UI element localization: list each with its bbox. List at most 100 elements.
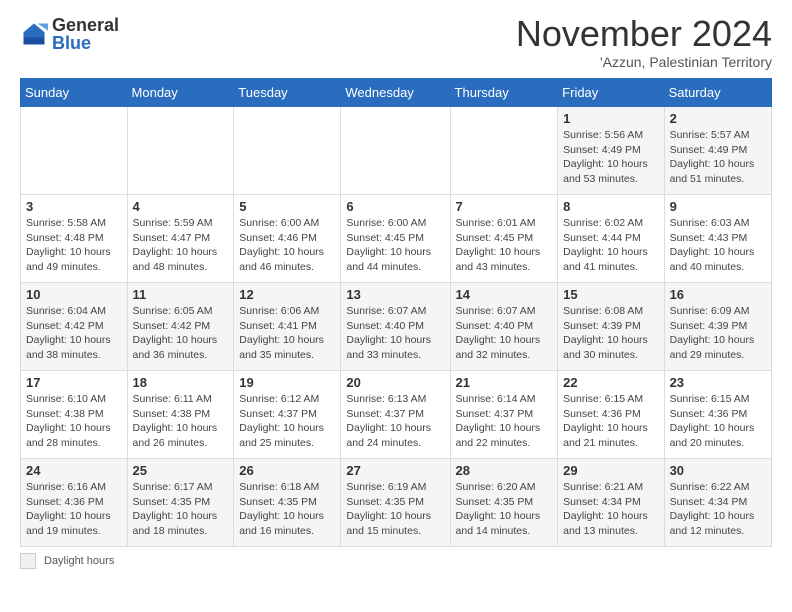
day-info: Sunrise: 6:15 AMSunset: 4:36 PMDaylight:… xyxy=(563,392,658,451)
calendar-cell: 25Sunrise: 6:17 AMSunset: 4:35 PMDayligh… xyxy=(127,459,234,547)
day-number: 24 xyxy=(26,463,122,478)
col-header-friday: Friday xyxy=(558,79,664,107)
day-number: 29 xyxy=(563,463,658,478)
day-info: Sunrise: 6:04 AMSunset: 4:42 PMDaylight:… xyxy=(26,304,122,363)
day-info: Sunrise: 6:07 AMSunset: 4:40 PMDaylight:… xyxy=(346,304,444,363)
calendar-cell: 6 Sunrise: 6:00 AMSunset: 4:45 PMDaylight… xyxy=(341,195,450,283)
day-info: Sunrise: 6:11 AMSunset: 4:38 PMDaylight:… xyxy=(133,392,229,451)
calendar-cell: 28 Sunrise: 6:20 AMSunset: 4:35 PMDayligh… xyxy=(450,459,558,547)
day-info: Sunrise: 6:00 AMSunset: 4:45 PMDaylight:… xyxy=(346,216,444,275)
calendar-cell: 11 Sunrise: 6:05 AMSunset: 4:42 PMDayligh… xyxy=(127,283,234,371)
calendar-cell: 19Sunrise: 6:12 AMSunset: 4:37 PMDayligh… xyxy=(234,371,341,459)
calendar-cell: 27Sunrise: 6:19 AMSunset: 4:35 PMDayligh… xyxy=(341,459,450,547)
calendar-week-3: 10Sunrise: 6:04 AMSunset: 4:42 PMDayligh… xyxy=(21,283,772,371)
day-number: 21 xyxy=(456,375,553,390)
day-info: Sunrise: 6:01 AMSunset: 4:45 PMDaylight:… xyxy=(456,216,553,275)
calendar-cell: 16 Sunrise: 6:09 AMSunset: 4:39 PMDayligh… xyxy=(664,283,771,371)
calendar-week-5: 24Sunrise: 6:16 AMSunset: 4:36 PMDayligh… xyxy=(21,459,772,547)
page: General Blue November 2024 'Azzun, Pales… xyxy=(0,0,792,612)
calendar-cell: 13 Sunrise: 6:07 AMSunset: 4:40 PMDayligh… xyxy=(341,283,450,371)
calendar-cell: 3 Sunrise: 5:58 AMSunset: 4:48 PMDaylight… xyxy=(21,195,128,283)
calendar-cell: 17 Sunrise: 6:10 AMSunset: 4:38 PMDayligh… xyxy=(21,371,128,459)
day-number: 13 xyxy=(346,287,444,302)
day-info: Sunrise: 6:21 AMSunset: 4:34 PMDaylight:… xyxy=(563,480,658,539)
calendar-cell: 15 Sunrise: 6:08 AMSunset: 4:39 PMDayligh… xyxy=(558,283,664,371)
day-info: Sunrise: 6:05 AMSunset: 4:42 PMDaylight:… xyxy=(133,304,229,363)
month-title: November 2024 xyxy=(516,16,772,52)
day-number: 3 xyxy=(26,199,122,214)
day-info: Sunrise: 6:13 AMSunset: 4:37 PMDaylight:… xyxy=(346,392,444,451)
header: General Blue November 2024 'Azzun, Pales… xyxy=(20,16,772,70)
calendar-cell: 18Sunrise: 6:11 AMSunset: 4:38 PMDayligh… xyxy=(127,371,234,459)
calendar-cell: 2Sunrise: 5:57 AMSunset: 4:49 PMDaylight… xyxy=(664,107,771,195)
day-number: 5 xyxy=(239,199,335,214)
day-info: Sunrise: 6:08 AMSunset: 4:39 PMDaylight:… xyxy=(563,304,658,363)
calendar-cell: 12Sunrise: 6:06 AMSunset: 4:41 PMDayligh… xyxy=(234,283,341,371)
logo-icon xyxy=(20,20,48,48)
calendar-cell xyxy=(450,107,558,195)
day-info: Sunrise: 5:58 AMSunset: 4:48 PMDaylight:… xyxy=(26,216,122,275)
calendar-cell: 26 Sunrise: 6:18 AMSunset: 4:35 PMDayligh… xyxy=(234,459,341,547)
calendar-cell xyxy=(234,107,341,195)
day-info: Sunrise: 6:00 AMSunset: 4:46 PMDaylight:… xyxy=(239,216,335,275)
day-info: Sunrise: 6:09 AMSunset: 4:39 PMDaylight:… xyxy=(670,304,766,363)
calendar-cell: 4 Sunrise: 5:59 AMSunset: 4:47 PMDaylight… xyxy=(127,195,234,283)
day-number: 4 xyxy=(133,199,229,214)
calendar-cell: 9 Sunrise: 6:03 AMSunset: 4:43 PMDaylight… xyxy=(664,195,771,283)
footer: Daylight hours xyxy=(20,553,772,569)
calendar-week-2: 3 Sunrise: 5:58 AMSunset: 4:48 PMDaylight… xyxy=(21,195,772,283)
day-number: 25 xyxy=(133,463,229,478)
day-number: 9 xyxy=(670,199,766,214)
calendar-cell: 14 Sunrise: 6:07 AMSunset: 4:40 PMDayligh… xyxy=(450,283,558,371)
location: 'Azzun, Palestinian Territory xyxy=(516,54,772,70)
calendar-header-row: SundayMondayTuesdayWednesdayThursdayFrid… xyxy=(21,79,772,107)
calendar-cell: 5 Sunrise: 6:00 AMSunset: 4:46 PMDaylight… xyxy=(234,195,341,283)
day-info: Sunrise: 5:57 AMSunset: 4:49 PMDaylight:… xyxy=(670,128,766,187)
calendar-cell: 20 Sunrise: 6:13 AMSunset: 4:37 PMDayligh… xyxy=(341,371,450,459)
day-number: 17 xyxy=(26,375,122,390)
calendar-cell xyxy=(127,107,234,195)
day-number: 6 xyxy=(346,199,444,214)
calendar-cell: 10Sunrise: 6:04 AMSunset: 4:42 PMDayligh… xyxy=(21,283,128,371)
day-info: Sunrise: 6:06 AMSunset: 4:41 PMDaylight:… xyxy=(239,304,335,363)
legend-box xyxy=(20,553,36,569)
calendar-cell: 22 Sunrise: 6:15 AMSunset: 4:36 PMDayligh… xyxy=(558,371,664,459)
day-number: 26 xyxy=(239,463,335,478)
calendar-cell xyxy=(21,107,128,195)
calendar-header: SundayMondayTuesdayWednesdayThursdayFrid… xyxy=(21,79,772,107)
day-info: Sunrise: 6:10 AMSunset: 4:38 PMDaylight:… xyxy=(26,392,122,451)
calendar: SundayMondayTuesdayWednesdayThursdayFrid… xyxy=(20,78,772,547)
calendar-cell: 23Sunrise: 6:15 AMSunset: 4:36 PMDayligh… xyxy=(664,371,771,459)
logo-text: General Blue xyxy=(52,16,119,52)
calendar-cell: 1Sunrise: 5:56 AMSunset: 4:49 PMDaylight… xyxy=(558,107,664,195)
day-info: Sunrise: 5:59 AMSunset: 4:47 PMDaylight:… xyxy=(133,216,229,275)
calendar-cell xyxy=(341,107,450,195)
day-number: 23 xyxy=(670,375,766,390)
day-info: Sunrise: 6:18 AMSunset: 4:35 PMDaylight:… xyxy=(239,480,335,539)
day-info: Sunrise: 6:03 AMSunset: 4:43 PMDaylight:… xyxy=(670,216,766,275)
day-number: 14 xyxy=(456,287,553,302)
logo-blue: Blue xyxy=(52,34,119,52)
day-number: 22 xyxy=(563,375,658,390)
logo: General Blue xyxy=(20,16,119,52)
col-header-monday: Monday xyxy=(127,79,234,107)
col-header-wednesday: Wednesday xyxy=(341,79,450,107)
legend-text: Daylight hours xyxy=(44,555,114,567)
day-number: 7 xyxy=(456,199,553,214)
calendar-cell: 24Sunrise: 6:16 AMSunset: 4:36 PMDayligh… xyxy=(21,459,128,547)
day-info: Sunrise: 6:20 AMSunset: 4:35 PMDaylight:… xyxy=(456,480,553,539)
day-info: Sunrise: 6:07 AMSunset: 4:40 PMDaylight:… xyxy=(456,304,553,363)
day-number: 19 xyxy=(239,375,335,390)
day-info: Sunrise: 6:14 AMSunset: 4:37 PMDaylight:… xyxy=(456,392,553,451)
calendar-week-1: 1Sunrise: 5:56 AMSunset: 4:49 PMDaylight… xyxy=(21,107,772,195)
calendar-cell: 7 Sunrise: 6:01 AMSunset: 4:45 PMDaylight… xyxy=(450,195,558,283)
col-header-saturday: Saturday xyxy=(664,79,771,107)
day-number: 16 xyxy=(670,287,766,302)
day-number: 15 xyxy=(563,287,658,302)
calendar-cell: 21 Sunrise: 6:14 AMSunset: 4:37 PMDayligh… xyxy=(450,371,558,459)
day-info: Sunrise: 6:22 AMSunset: 4:34 PMDaylight:… xyxy=(670,480,766,539)
calendar-cell: 8Sunrise: 6:02 AMSunset: 4:44 PMDaylight… xyxy=(558,195,664,283)
day-number: 11 xyxy=(133,287,229,302)
day-number: 28 xyxy=(456,463,553,478)
day-number: 20 xyxy=(346,375,444,390)
